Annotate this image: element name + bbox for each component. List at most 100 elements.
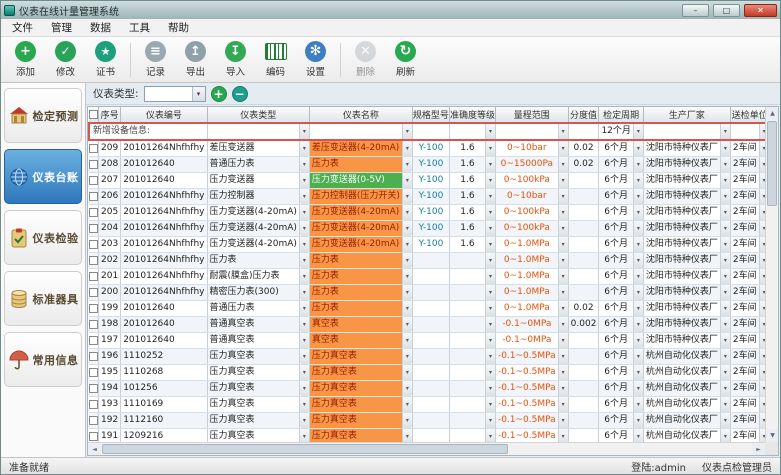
table-row[interactable]: 208201012640普通压力表▾压力表▾Y-1001.6▾0~15000Pa…: [89, 157, 765, 173]
dropdown-arrow-icon[interactable]: ▾: [299, 205, 309, 220]
column-header-unit[interactable]: 送检单位: [730, 107, 765, 123]
dropdown-arrow-icon[interactable]: ▾: [558, 429, 568, 442]
dropdown-arrow-icon[interactable]: ▾: [402, 301, 412, 316]
new-device-row[interactable]: 新增设备信息:▾▾▾▾12个月▾▾▾▾▾: [89, 123, 765, 140]
dropdown-arrow-icon[interactable]: ▾: [402, 381, 412, 396]
horizontal-scroll-thumb[interactable]: [102, 444, 508, 454]
row-checkbox[interactable]: [89, 208, 98, 217]
dropdown-arrow-icon[interactable]: ▾: [558, 157, 568, 172]
table-row[interactable]: 20920101264Nhfhfhy差压变送器▾差压变送器(4-20mA)▾Y-…: [89, 140, 765, 157]
dropdown-arrow-icon[interactable]: ▾: [720, 141, 730, 156]
dropdown-arrow-icon[interactable]: ▾: [633, 157, 643, 172]
dropdown-arrow-icon[interactable]: ▾: [633, 317, 643, 332]
dropdown-arrow-icon[interactable]: ▾: [299, 317, 309, 332]
row-checkbox[interactable]: [89, 352, 98, 361]
dropdown-arrow-icon[interactable]: ▾: [633, 365, 643, 380]
dropdown-arrow-icon[interactable]: ▾: [485, 157, 495, 172]
row-checkbox[interactable]: [89, 144, 98, 153]
dropdown-arrow-icon[interactable]: ▾: [720, 349, 730, 364]
select-all-checkbox[interactable]: [89, 110, 98, 119]
dropdown-arrow-icon[interactable]: ▾: [299, 269, 309, 284]
dropdown-arrow-icon[interactable]: ▾: [485, 269, 495, 284]
dropdown-arrow-icon[interactable]: ▾: [299, 173, 309, 188]
dropdown-arrow-icon[interactable]: ▾: [299, 381, 309, 396]
scroll-down-icon[interactable]: ▼: [766, 429, 779, 442]
table-row[interactable]: 20220101264Nhfhfhy压力表▾压力表▾▾0~1.0MPa▾6个月▾…: [89, 253, 765, 269]
row-checkbox[interactable]: [89, 160, 98, 169]
dropdown-arrow-icon[interactable]: ▾: [402, 397, 412, 412]
dropdown-arrow-icon[interactable]: ▾: [485, 333, 495, 348]
dropdown-arrow-icon[interactable]: ▾: [633, 237, 643, 252]
instrument-type-select[interactable]: ▾: [144, 86, 206, 102]
dropdown-arrow-icon[interactable]: ▾: [402, 413, 412, 428]
sidebar-item-prediction[interactable]: 检定预测: [4, 88, 82, 143]
dropdown-arrow-icon[interactable]: ▾: [402, 269, 412, 284]
dropdown-arrow-icon[interactable]: ▾: [402, 189, 412, 204]
dropdown-arrow-icon[interactable]: ▾: [720, 237, 730, 252]
table-row[interactable]: 198201012640普通真空表▾真空表▾▾-0.1~0MPa▾0.0026个…: [89, 317, 765, 333]
column-header-name[interactable]: 仪表名称: [309, 107, 412, 123]
dropdown-arrow-icon[interactable]: ▾: [558, 301, 568, 316]
column-header-check[interactable]: [89, 107, 99, 123]
add-filter-button[interactable]: +: [211, 86, 227, 102]
dropdown-arrow-icon[interactable]: ▾: [402, 429, 412, 442]
dropdown-arrow-icon[interactable]: ▾: [299, 141, 309, 156]
dropdown-arrow-icon[interactable]: ▾: [720, 269, 730, 284]
dropdown-arrow-icon[interactable]: ▾: [558, 349, 568, 364]
maximize-button[interactable]: □: [713, 4, 740, 17]
table-row[interactable]: 1911209216压力真空表▾压力真空表▾▾-0.1~0.5MPa▾6个月▾杭…: [89, 429, 765, 443]
table-row[interactable]: 1961110252压力真空表▾压力真空表▾▾-0.1~0.5MPa▾6个月▾杭…: [89, 349, 765, 365]
vertical-scrollbar[interactable]: ▲ ▼: [765, 107, 778, 442]
dropdown-arrow-icon[interactable]: ▾: [633, 253, 643, 268]
dropdown-arrow-icon[interactable]: ▾: [402, 173, 412, 188]
horizontal-scrollbar[interactable]: ◄ ►: [88, 442, 765, 455]
toolbar-certificate-button[interactable]: ★证书: [86, 39, 125, 80]
titlebar[interactable]: 仪表在线计量管理系统 – □ ✕: [1, 1, 780, 19]
dropdown-arrow-icon[interactable]: ▾: [299, 124, 309, 139]
dropdown-arrow-icon[interactable]: ▾: [485, 124, 495, 139]
row-checkbox[interactable]: [89, 240, 98, 249]
column-header-mfr[interactable]: 生产厂家: [643, 107, 730, 123]
dropdown-arrow-icon[interactable]: ▾: [720, 157, 730, 172]
dropdown-arrow-icon[interactable]: ▾: [558, 397, 568, 412]
dropdown-arrow-icon[interactable]: ▾: [485, 381, 495, 396]
toolbar-export-button[interactable]: ↥导出: [176, 39, 215, 80]
dropdown-arrow-icon[interactable]: ▾: [485, 237, 495, 252]
row-checkbox[interactable]: [89, 192, 98, 201]
dropdown-arrow-icon[interactable]: ▾: [402, 237, 412, 252]
table-row[interactable]: 20420101264Nhfhfhy压力变送器(4-20mA)▾压力变送器(4-…: [89, 221, 765, 237]
table-row[interactable]: 1951110268压力真空表▾压力真空表▾▾-0.1~0.5MPa▾6个月▾杭…: [89, 365, 765, 381]
menu-item-3[interactable]: 数据: [81, 18, 120, 37]
table-row[interactable]: 197201012640普通真空表▾真空表▾▾-0.1~0MPa▾6个月▾沈阳市…: [89, 333, 765, 349]
dropdown-arrow-icon[interactable]: ▾: [720, 189, 730, 204]
dropdown-arrow-icon[interactable]: ▾: [720, 429, 730, 442]
dropdown-arrow-icon[interactable]: ▾: [485, 141, 495, 156]
dropdown-arrow-icon[interactable]: ▾: [558, 381, 568, 396]
dropdown-arrow-icon[interactable]: ▾: [720, 205, 730, 220]
table-row[interactable]: 20620101264Nhfhfhy压力控制器▾压力控制器(压力开关)▾Y-10…: [89, 189, 765, 205]
dropdown-arrow-icon[interactable]: ▾: [485, 365, 495, 380]
column-header-spec[interactable]: 规格型号: [412, 107, 449, 123]
row-checkbox[interactable]: [89, 384, 98, 393]
menu-item-4[interactable]: 工具: [120, 18, 159, 37]
vertical-scroll-thumb[interactable]: [767, 121, 777, 206]
dropdown-arrow-icon[interactable]: ▾: [299, 221, 309, 236]
remove-filter-button[interactable]: −: [232, 86, 248, 102]
toolbar-add-button[interactable]: +添加: [6, 39, 45, 80]
dropdown-arrow-icon[interactable]: ▾: [485, 317, 495, 332]
dropdown-arrow-icon[interactable]: ▾: [558, 253, 568, 268]
dropdown-arrow-icon[interactable]: ▾: [720, 317, 730, 332]
dropdown-arrow-icon[interactable]: ▾: [485, 349, 495, 364]
dropdown-arrow-icon[interactable]: ▾: [402, 317, 412, 332]
row-checkbox[interactable]: [89, 288, 98, 297]
dropdown-arrow-icon[interactable]: ▾: [720, 173, 730, 188]
dropdown-arrow-icon[interactable]: ▾: [558, 205, 568, 220]
menu-item-1[interactable]: 文件: [3, 18, 42, 37]
scroll-left-icon[interactable]: ◄: [88, 443, 101, 456]
minimize-button[interactable]: –: [682, 4, 709, 17]
menu-item-2[interactable]: 管理: [42, 18, 81, 37]
row-checkbox[interactable]: [89, 336, 98, 345]
dropdown-arrow-icon[interactable]: ▾: [299, 413, 309, 428]
dropdown-arrow-icon[interactable]: ▾: [299, 349, 309, 364]
column-header-code[interactable]: 仪表编号: [121, 107, 207, 123]
